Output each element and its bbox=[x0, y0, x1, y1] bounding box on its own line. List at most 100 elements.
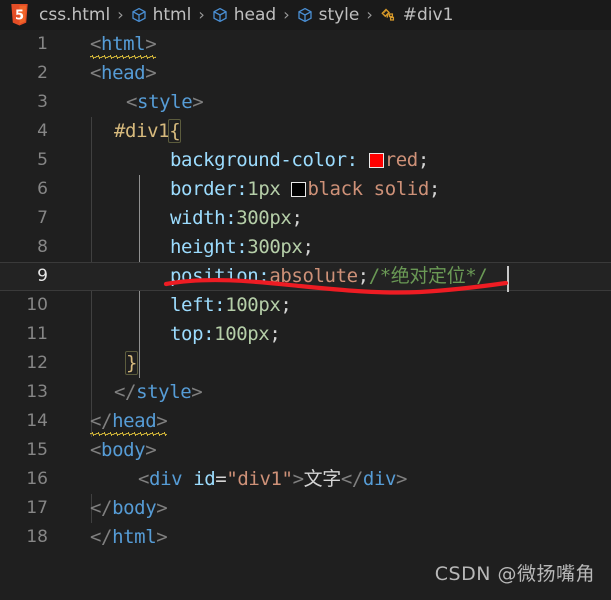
breadcrumb-div1-label: #div1 bbox=[402, 5, 454, 25]
code-line[interactable]: 7 width:300px; bbox=[0, 204, 611, 233]
css-property: width: bbox=[170, 207, 237, 229]
semicolon: ; bbox=[291, 207, 303, 229]
line-content: } bbox=[124, 349, 139, 378]
html5-file-icon: 5 bbox=[10, 4, 29, 26]
line-content: <div id="div1">文字</div> bbox=[138, 465, 407, 494]
line-number: 12 bbox=[26, 353, 48, 373]
code-line[interactable]: 3 <style> bbox=[0, 88, 611, 117]
css-property: border: bbox=[170, 178, 248, 200]
line-content: </html> bbox=[90, 523, 168, 552]
color-swatch-black[interactable] bbox=[291, 182, 307, 197]
breadcrumb: 5 css.html › html › head › style › #div1 bbox=[0, 0, 611, 30]
tag-name: html bbox=[112, 526, 157, 548]
css-property: top: bbox=[170, 323, 215, 345]
tag-name: body bbox=[112, 497, 157, 519]
code-line-current[interactable]: 9 position:absolute;/*绝对定位*/ bbox=[0, 262, 611, 291]
tag-close-bracket: > bbox=[145, 33, 157, 55]
css-selector: #div1 bbox=[114, 120, 170, 142]
tag-name: style bbox=[136, 381, 192, 403]
css-property: height: bbox=[170, 236, 248, 258]
css-number: 1px bbox=[247, 178, 281, 200]
line-number: 4 bbox=[37, 121, 48, 141]
line-number: 15 bbox=[26, 440, 48, 460]
breadcrumb-item-file[interactable]: css.html bbox=[39, 0, 110, 30]
line-content: left:100px; bbox=[170, 291, 292, 320]
watermark: CSDN @微扬嘴角 bbox=[434, 563, 595, 585]
breadcrumb-item-head[interactable]: head bbox=[212, 0, 276, 30]
code-line[interactable]: 12 } bbox=[0, 349, 611, 378]
code-line[interactable]: 2 <head> bbox=[0, 59, 611, 88]
css-number: 100px bbox=[225, 294, 281, 316]
tag-name: div bbox=[149, 468, 183, 490]
line-content: #div1{ bbox=[114, 117, 182, 146]
tag-close-bracket: > bbox=[156, 526, 168, 548]
bracket-match-open: { bbox=[168, 119, 182, 143]
line-content: </head> bbox=[90, 407, 168, 436]
line-content: height:300px; bbox=[170, 233, 314, 262]
line-number: 13 bbox=[26, 382, 48, 402]
line-content: top:100px; bbox=[170, 320, 281, 349]
code-line[interactable]: 5 background-color: red; bbox=[0, 146, 611, 175]
tag-open-bracket: < bbox=[90, 33, 102, 55]
line-content: <body> bbox=[90, 436, 157, 465]
tag-name: body bbox=[101, 439, 146, 461]
css-property: left: bbox=[170, 294, 226, 316]
symbol-cube-icon bbox=[131, 7, 147, 23]
tag-close-bracket: > bbox=[145, 439, 157, 461]
code-line[interactable]: 15 <body> bbox=[0, 436, 611, 465]
breadcrumb-separator-1: › bbox=[117, 5, 124, 24]
line-number: 17 bbox=[26, 498, 48, 518]
code-line[interactable]: 17 </body> bbox=[0, 494, 611, 523]
tag-open-bracket: </ bbox=[90, 526, 113, 548]
code-editor[interactable]: 1 <html> 2 <head> 3 <style> 4 #div1{ 5 b… bbox=[0, 30, 611, 600]
tag-close-bracket: > bbox=[145, 62, 157, 84]
semicolon: ; bbox=[357, 265, 369, 287]
tag-open-bracket: </ bbox=[90, 497, 113, 519]
code-line[interactable]: 14 </head> bbox=[0, 407, 611, 436]
css-property: position: bbox=[170, 265, 270, 287]
tag-open-bracket: < bbox=[90, 62, 102, 84]
line-number: 14 bbox=[26, 411, 48, 431]
semicolon: ; bbox=[428, 178, 440, 200]
code-line[interactable]: 10 left:100px; bbox=[0, 291, 611, 320]
breadcrumb-separator-3: › bbox=[283, 5, 290, 24]
line-number: 7 bbox=[37, 208, 48, 228]
tag-name: html bbox=[101, 33, 146, 55]
tag-open-bracket: < bbox=[90, 439, 102, 461]
breadcrumb-item-div1[interactable]: #div1 bbox=[380, 0, 454, 30]
code-line[interactable]: 18 </html> bbox=[0, 523, 611, 552]
symbol-cube-icon bbox=[212, 7, 228, 23]
vscode-editor-window: 5 css.html › html › head › style › #div1… bbox=[0, 0, 611, 600]
css-comment: /*绝对定位*/ bbox=[368, 265, 488, 287]
tag-close-bracket: > bbox=[191, 381, 203, 403]
line-number: 6 bbox=[37, 179, 48, 199]
code-line[interactable]: 6 border:1px black solid; bbox=[0, 175, 611, 204]
code-line[interactable]: 16 <div id="div1">文字</div> bbox=[0, 465, 611, 494]
line-number: 9 bbox=[37, 266, 48, 286]
css-value: black solid bbox=[307, 178, 429, 200]
css-number: 100px bbox=[214, 323, 270, 345]
code-line[interactable]: 13 </style> bbox=[0, 378, 611, 407]
tag-close-bracket: > bbox=[156, 410, 168, 432]
tag-close-bracket: > bbox=[292, 468, 304, 490]
code-line[interactable]: 4 #div1{ bbox=[0, 117, 611, 146]
breadcrumb-item-style[interactable]: style bbox=[297, 0, 359, 30]
line-number: 3 bbox=[37, 92, 48, 112]
tag-open-bracket: </ bbox=[90, 410, 113, 432]
warning-squiggle: </head> bbox=[90, 407, 168, 436]
color-swatch-red[interactable] bbox=[368, 153, 384, 168]
code-line[interactable]: 1 <html> bbox=[0, 30, 611, 59]
css-number: 300px bbox=[236, 207, 292, 229]
attribute-value: "div1" bbox=[226, 468, 293, 490]
element-text: 文字 bbox=[303, 468, 342, 490]
tag-close-bracket: > bbox=[396, 468, 408, 490]
breadcrumb-item-html[interactable]: html bbox=[131, 0, 191, 30]
code-line[interactable]: 8 height:300px; bbox=[0, 233, 611, 262]
line-number: 10 bbox=[26, 295, 48, 315]
code-line[interactable]: 11 top:100px; bbox=[0, 320, 611, 349]
line-number: 18 bbox=[26, 527, 48, 547]
tag-name: head bbox=[112, 410, 157, 432]
line-content: <style> bbox=[126, 88, 204, 117]
line-content: <head> bbox=[90, 59, 157, 88]
